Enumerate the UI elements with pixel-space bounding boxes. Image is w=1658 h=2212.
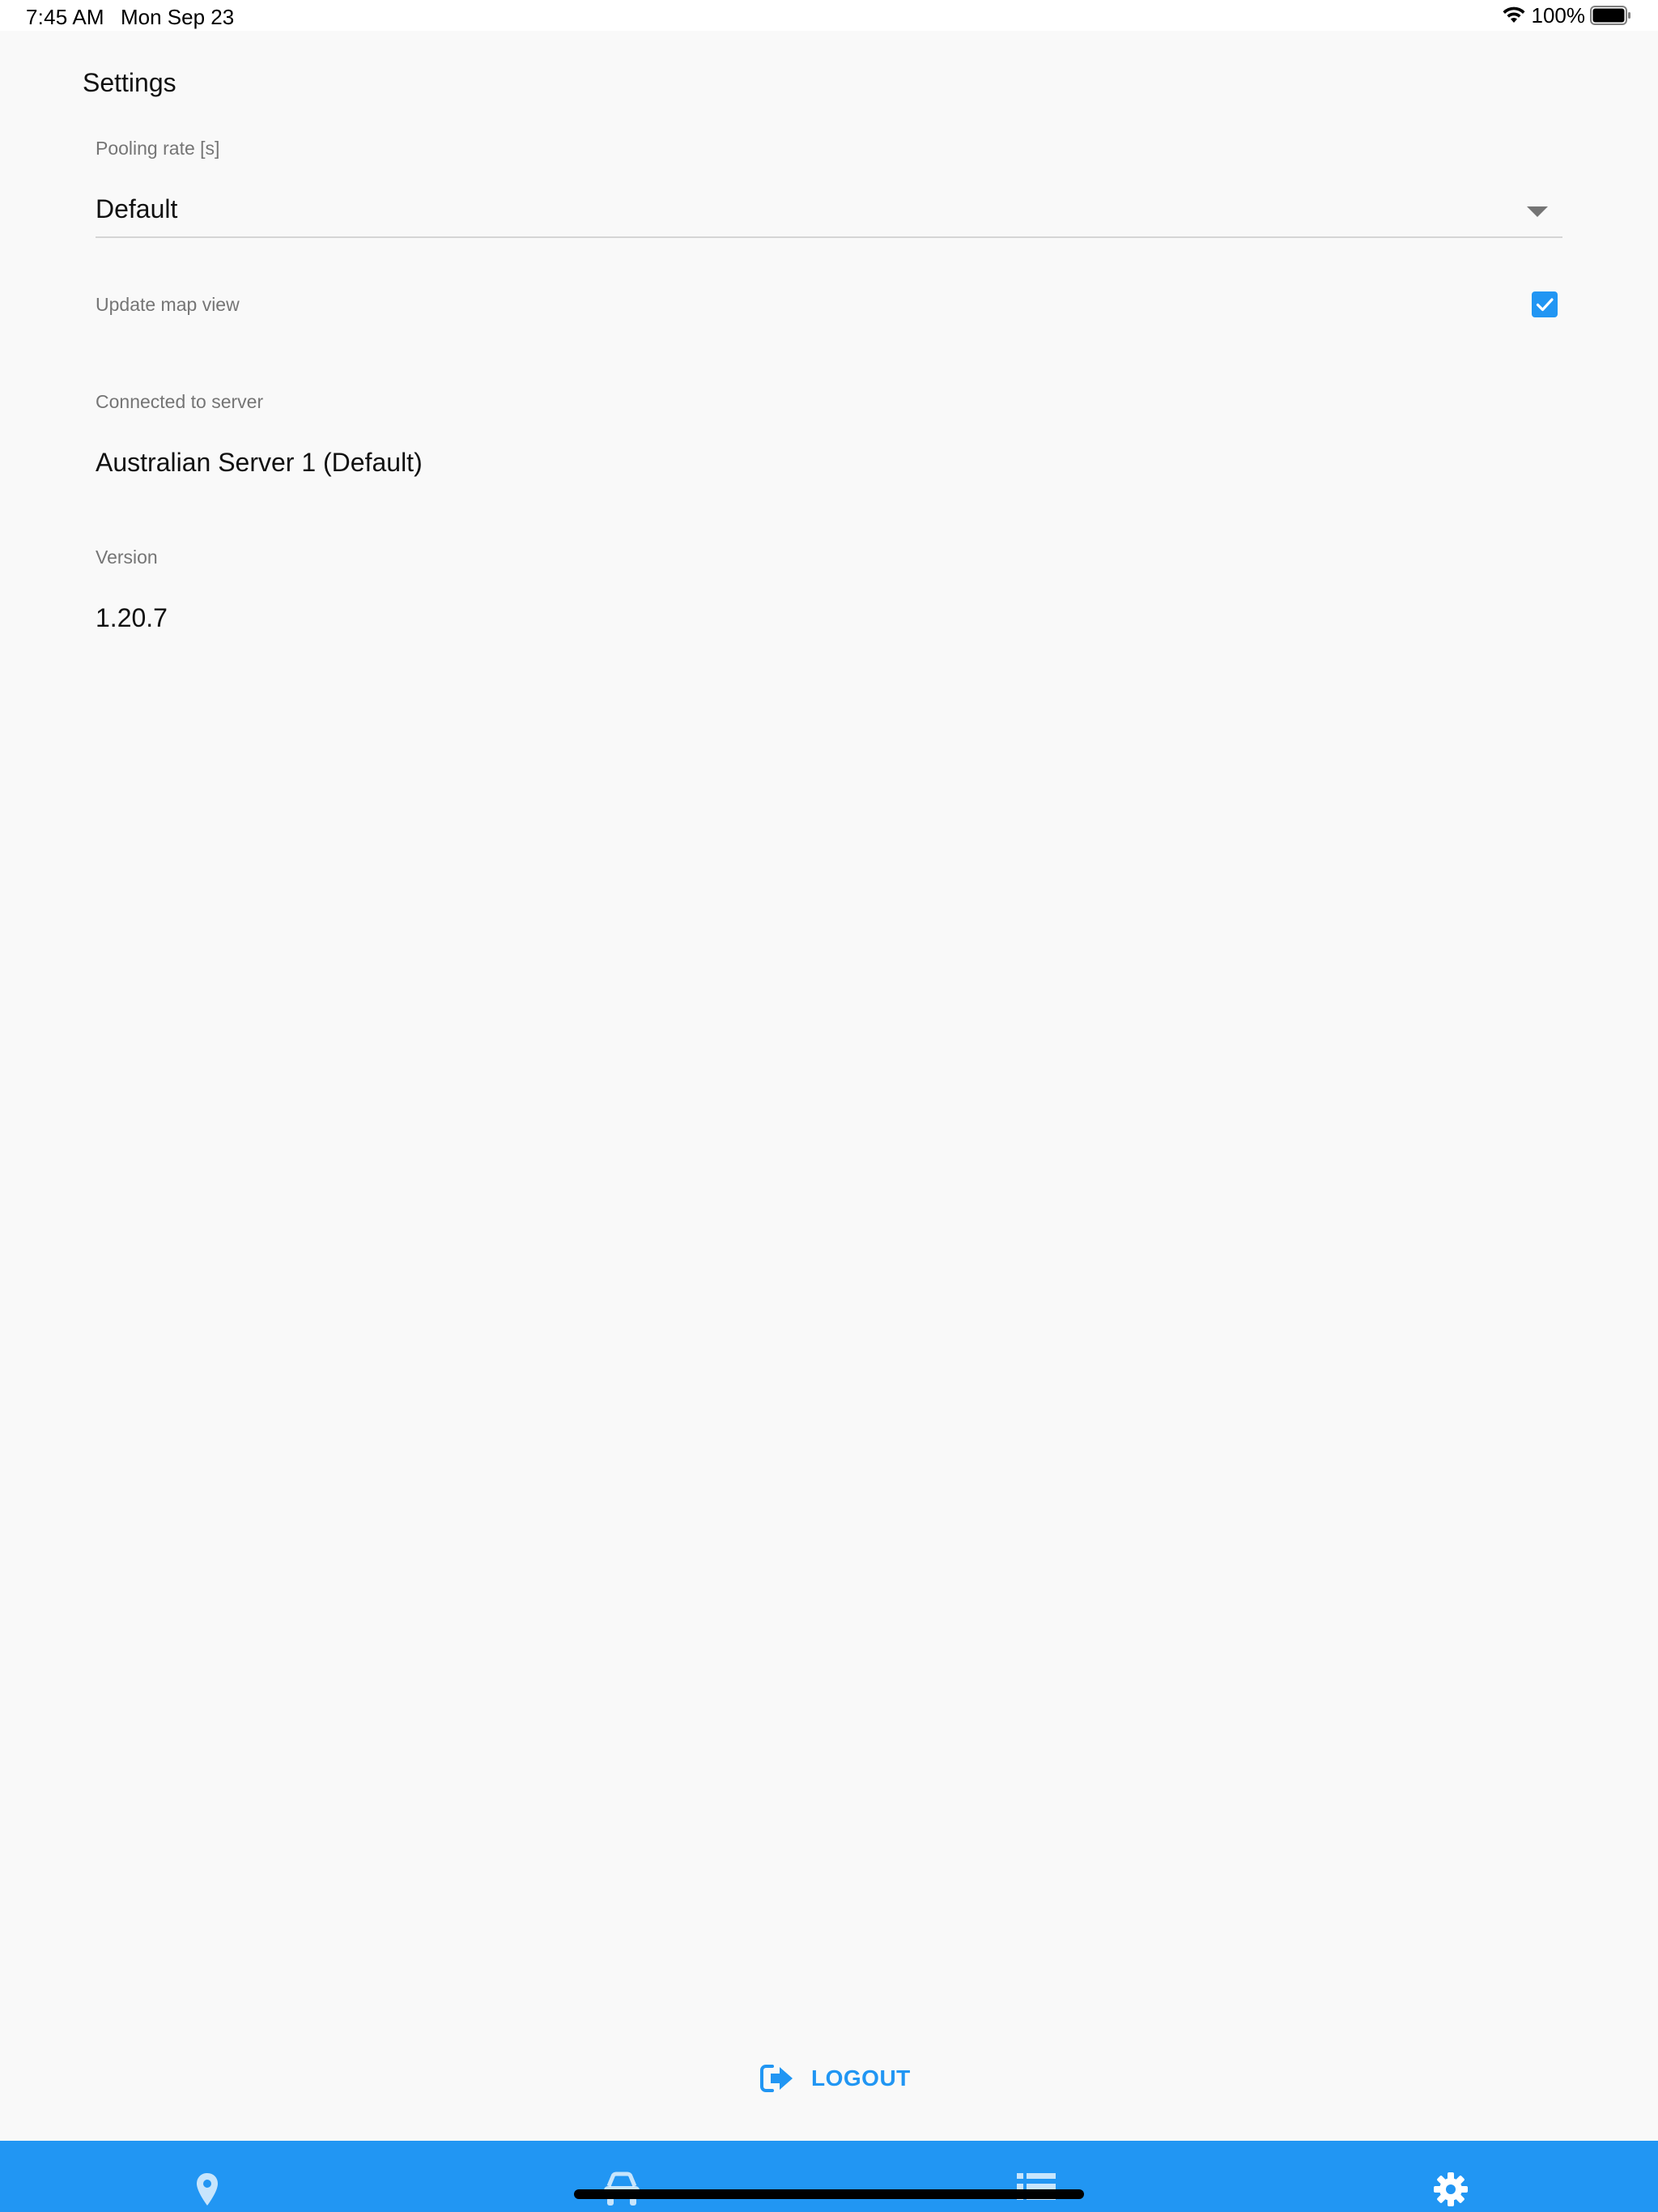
status-time: 7:45 AM	[26, 5, 104, 29]
status-date: Mon Sep 23	[121, 5, 235, 29]
home-indicator	[574, 2189, 1084, 2199]
pooling-rate-value: Default	[96, 194, 178, 223]
tab-vehicles[interactable]	[414, 2141, 829, 2212]
server-label: Connected to server	[96, 391, 264, 412]
logout-icon	[760, 2065, 793, 2092]
dropdown-arrow-icon	[1527, 206, 1548, 217]
tab-settings[interactable]	[1244, 2141, 1658, 2212]
checkmark-icon	[1536, 298, 1554, 312]
bottom-tab-bar	[0, 2141, 1658, 2212]
battery-percentage: 100%	[1531, 2, 1586, 28]
version-label: Version	[96, 547, 158, 568]
pooling-rate-dropdown[interactable]: Default	[96, 181, 1562, 238]
update-map-view-checkbox[interactable]	[1532, 291, 1558, 317]
wifi-icon	[1503, 6, 1524, 23]
gear-icon	[1434, 2172, 1468, 2206]
logout-label: LOGOUT	[811, 2065, 911, 2091]
status-bar: 7:45 AM Mon Sep 23 100%	[0, 0, 1658, 31]
version-value: 1.20.7	[96, 603, 168, 632]
battery-icon	[1590, 6, 1630, 25]
status-indicators: 100%	[1501, 3, 1633, 28]
page-title: Settings	[83, 68, 176, 97]
tab-map[interactable]	[0, 2141, 414, 2212]
map-pin-icon	[197, 2173, 218, 2206]
logout-button[interactable]: LOGOUT	[759, 2058, 911, 2099]
tab-list[interactable]	[829, 2141, 1244, 2212]
server-value: Australian Server 1 (Default)	[96, 448, 423, 477]
pooling-rate-label: Pooling rate [s]	[96, 138, 220, 159]
update-map-view-label: Update map view	[96, 294, 240, 315]
